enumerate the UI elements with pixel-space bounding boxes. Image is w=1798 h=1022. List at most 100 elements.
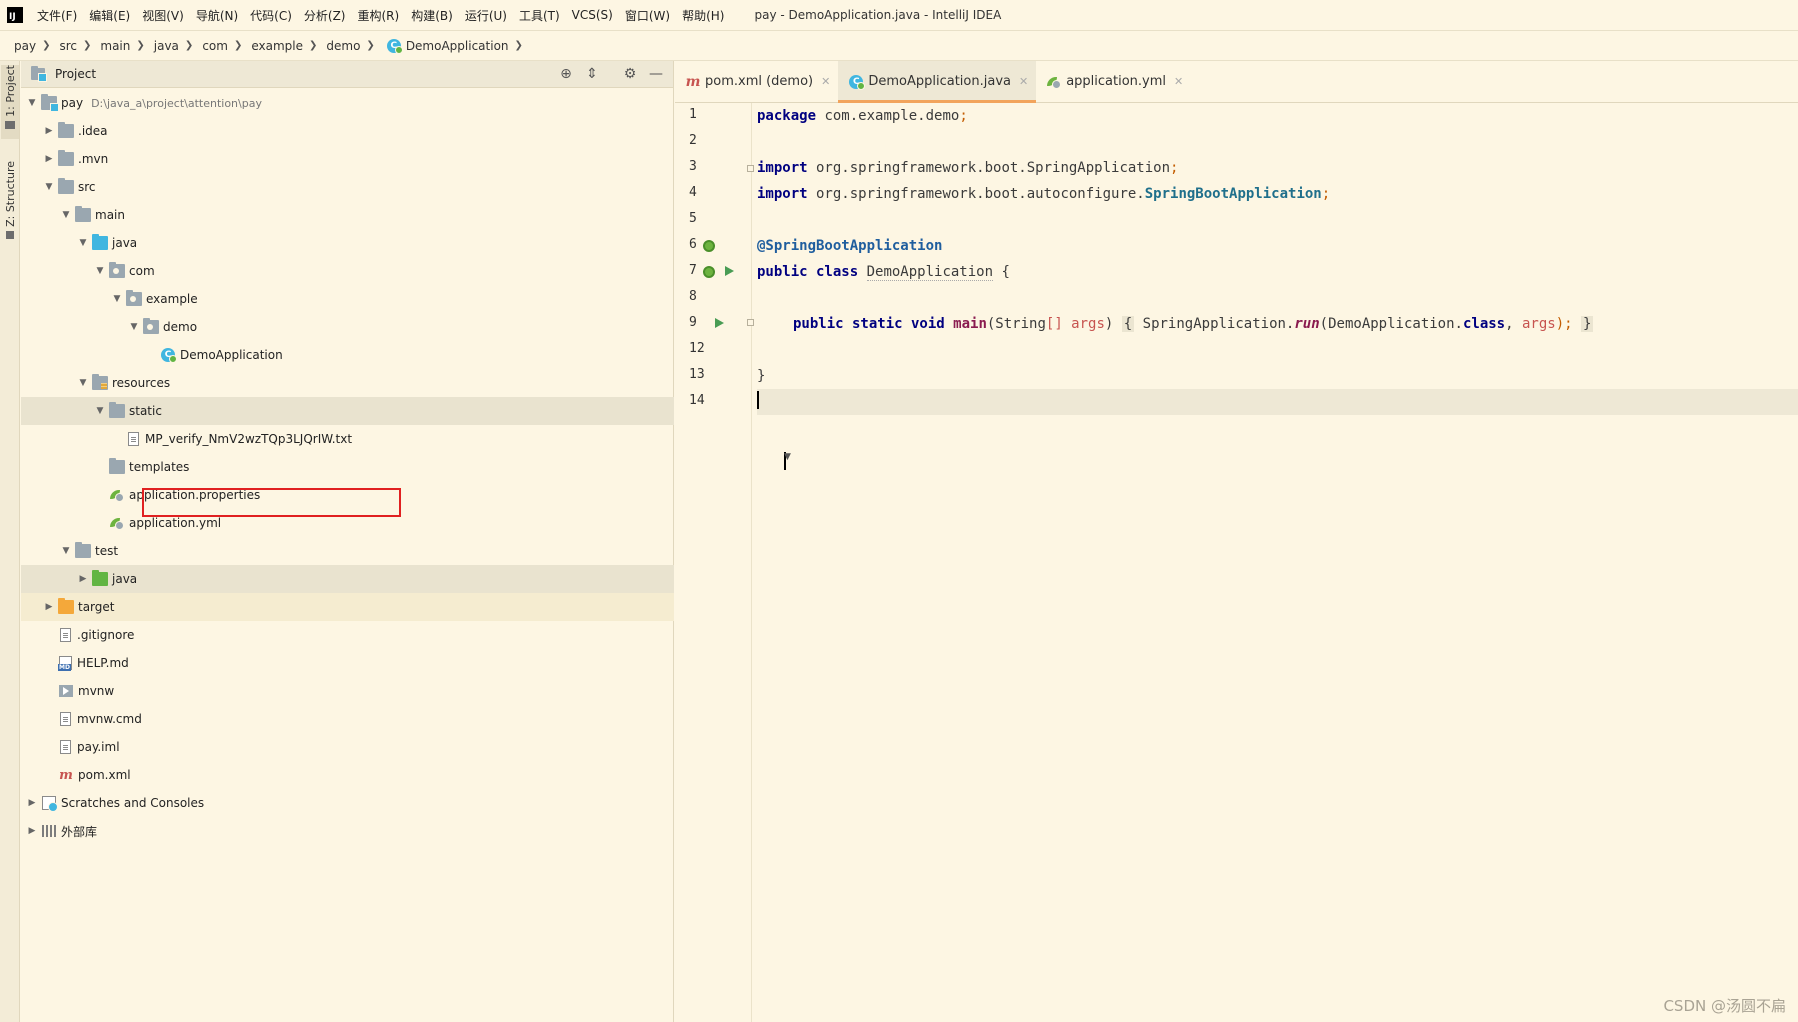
tree-item[interactable]: mvnw.cmd (21, 705, 674, 733)
tab-demoapplication-java[interactable]: C DemoApplication.java ✕ (838, 61, 1037, 103)
code-token: (String (986, 316, 1046, 332)
fold-marker-icon[interactable] (747, 319, 754, 326)
menu-build[interactable]: 构建(B) (405, 7, 459, 24)
breadcrumb-item[interactable]: java ❯ (154, 39, 203, 53)
tree-item[interactable]: ▶ target (21, 593, 674, 621)
tree-item[interactable]: ▶ .idea (21, 117, 674, 145)
menu-run[interactable]: 运行(U) (459, 7, 513, 24)
breadcrumb-item[interactable]: main ❯ (100, 39, 153, 53)
tree-item[interactable]: ▶ java (21, 565, 674, 593)
line-number: 4 (689, 185, 697, 200)
tree-item[interactable]: ▼ test (21, 537, 674, 565)
menu-refactor[interactable]: 重构(R) (352, 7, 406, 24)
collapsed-arrow-icon[interactable]: ▶ (42, 126, 56, 136)
collapsed-arrow-icon[interactable]: ▶ (25, 826, 39, 836)
breadcrumb-item[interactable]: com ❯ (202, 39, 251, 53)
menu-file[interactable]: 文件(F) (31, 7, 83, 24)
breadcrumb-item[interactable]: demo ❯ (326, 39, 383, 53)
tree-item-label: pay.iml (77, 740, 120, 754)
expanded-arrow-icon[interactable]: ▼ (25, 98, 39, 108)
expanded-arrow-icon[interactable]: ▼ (59, 210, 73, 220)
tree-item[interactable]: ▼ com (21, 257, 674, 285)
tree-item[interactable]: ▼ demo (21, 313, 674, 341)
tree-item[interactable]: ▼ pay D:\java_a\project\attention\pay (21, 89, 674, 117)
expanded-arrow-icon[interactable]: ▼ (127, 322, 141, 332)
tree-item[interactable]: .gitignore (21, 621, 674, 649)
code-line-4: import org.springframework.boot.autoconf… (757, 181, 1798, 207)
tree-item[interactable]: MP_verify_NmV2wzTQp3LJQrIW.txt (21, 425, 674, 453)
expanded-arrow-icon[interactable]: ▼ (42, 182, 56, 192)
menu-analyze[interactable]: 分析(Z) (298, 7, 352, 24)
tree-item[interactable]: ▼ java (21, 229, 674, 257)
code-token: public static void (793, 316, 945, 332)
breadcrumb-item[interactable]: C DemoApplication ❯ (384, 38, 532, 54)
expanded-arrow-icon[interactable]: ▼ (76, 378, 90, 388)
expanded-arrow-icon[interactable]: ▼ (93, 406, 107, 416)
collapsed-arrow-icon[interactable]: ▶ (42, 602, 56, 612)
tree-item[interactable]: application.yml (21, 509, 674, 537)
menu-code[interactable]: 代码(C) (244, 7, 298, 24)
close-icon[interactable]: ✕ (1019, 75, 1028, 88)
close-icon[interactable]: ✕ (1174, 75, 1183, 88)
tree-item[interactable]: ▼ resources (21, 369, 674, 397)
collapse-all-icon[interactable]: ⇕ (579, 63, 605, 85)
menu-help[interactable]: 帮助(H) (676, 7, 730, 24)
tree-item[interactable]: ▼ static (21, 397, 674, 425)
code-token: run (1294, 316, 1320, 332)
code-line-6: @SpringBootApplication (757, 233, 1798, 259)
tree-item[interactable]: C DemoApplication (21, 341, 674, 369)
menu-edit[interactable]: 编辑(E) (83, 7, 136, 24)
code-editor[interactable]: package com.example.demo; import org.spr… (757, 103, 1798, 1022)
text-file-icon (60, 712, 71, 726)
expanded-arrow-icon[interactable]: ▼ (110, 294, 124, 304)
breadcrumb-label: src (59, 38, 77, 53)
breadcrumb-item[interactable]: src ❯ (59, 39, 100, 53)
tree-item[interactable]: mvnw (21, 677, 674, 705)
spring-bean-icon[interactable] (703, 266, 715, 278)
menu-bar: IJ 文件(F) 编辑(E) 视图(V) 导航(N) 代码(C) 分析(Z) 重… (0, 0, 1798, 31)
tree-item[interactable]: ▶ Scratches and Consoles (21, 789, 674, 817)
hide-panel-icon[interactable]: — (643, 63, 669, 85)
tree-item[interactable]: pay.iml (21, 733, 674, 761)
code-token: package (757, 108, 817, 124)
tree-item[interactable]: ▼ main (21, 201, 674, 229)
tree-item[interactable]: ▼ example (21, 285, 674, 313)
chevron-right-icon: ❯ (309, 40, 318, 51)
tree-item[interactable]: ▶ 外部库 (21, 817, 674, 845)
project-view-selector[interactable]: Project (55, 67, 96, 81)
expanded-arrow-icon[interactable]: ▼ (93, 266, 107, 276)
collapsed-arrow-icon[interactable]: ▶ (76, 574, 90, 584)
menu-navigate[interactable]: 导航(N) (190, 7, 244, 24)
collapsed-arrow-icon[interactable]: ▶ (42, 154, 56, 164)
collapsed-arrow-icon[interactable]: ▶ (25, 798, 39, 808)
tree-item[interactable]: m pom.xml (21, 761, 674, 789)
fold-marker-icon[interactable] (747, 165, 754, 172)
tree-item[interactable]: ▼ src (21, 173, 674, 201)
tree-item[interactable]: application.properties (21, 481, 674, 509)
spring-bean-icon[interactable] (703, 240, 715, 252)
expanded-arrow-icon[interactable]: ▼ (59, 546, 73, 556)
gear-icon[interactable]: ⚙ (617, 63, 643, 85)
breadcrumb-item[interactable]: example ❯ (251, 39, 326, 53)
run-class-icon[interactable] (725, 266, 734, 276)
tab-pom-xml[interactable]: m pom.xml (demo) ✕ (675, 61, 838, 102)
left-tool-stripe: 1: Project Z: Structure (0, 61, 20, 1022)
tab-application-yml[interactable]: application.yml ✕ (1036, 61, 1191, 102)
tree-item[interactable]: templates (21, 453, 674, 481)
menu-view[interactable]: 视图(V) (136, 7, 190, 24)
code-token: main (953, 316, 987, 332)
close-icon[interactable]: ✕ (821, 75, 830, 88)
breadcrumb-item[interactable]: pay ❯ (14, 39, 59, 53)
menu-vcs[interactable]: VCS(S) (566, 8, 619, 22)
tree-item[interactable]: HELP.md (21, 649, 674, 677)
code-token: ; (1170, 160, 1179, 176)
tree-item-label: HELP.md (77, 656, 129, 670)
structure-tool-button[interactable]: Z: Structure (1, 161, 19, 241)
run-main-icon[interactable] (715, 318, 724, 328)
expanded-arrow-icon[interactable]: ▼ (76, 238, 90, 248)
menu-tools[interactable]: 工具(T) (513, 7, 566, 24)
tree-item[interactable]: ▶ .mvn (21, 145, 674, 173)
locate-file-icon[interactable]: ⊕ (553, 63, 579, 85)
project-tool-button[interactable]: 1: Project (1, 65, 19, 139)
menu-window[interactable]: 窗口(W) (619, 7, 676, 24)
